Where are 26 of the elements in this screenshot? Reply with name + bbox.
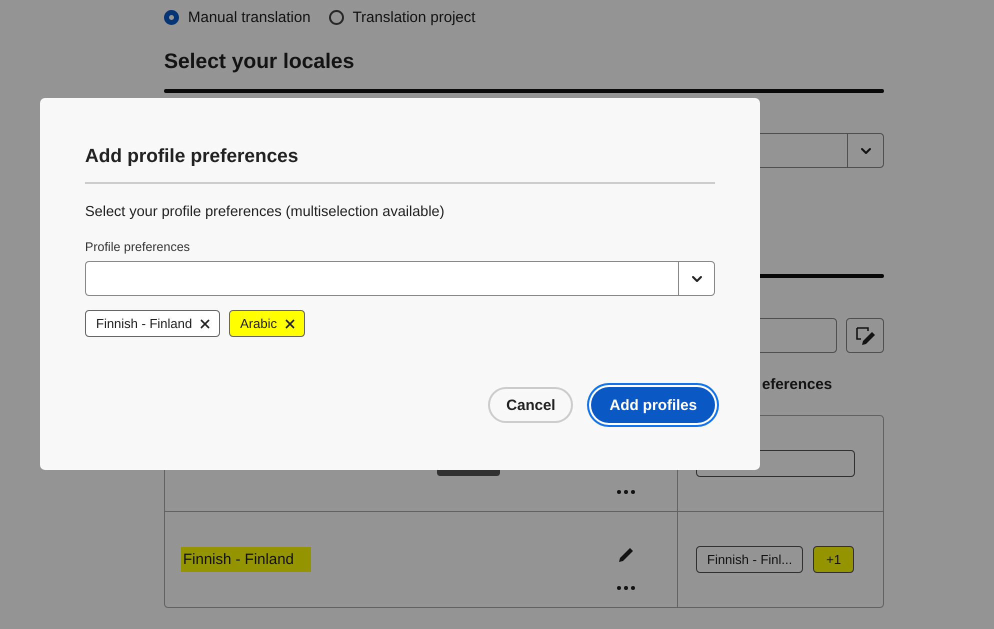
dialog-description: Select your profile preferences (multiselection available) xyxy=(85,204,444,220)
more-icon[interactable] xyxy=(617,490,635,494)
cancel-button[interactable]: Cancel xyxy=(488,387,574,423)
edit-icon xyxy=(854,324,876,346)
profile-tag: Finnish - Finl... xyxy=(696,546,804,573)
field-label: Profile preferences xyxy=(85,240,190,254)
dropdown-button[interactable] xyxy=(847,133,884,168)
combo-field[interactable] xyxy=(85,261,678,296)
radio-label: Manual translation xyxy=(188,8,311,26)
pencil-icon[interactable] xyxy=(617,546,635,564)
dropdown-button[interactable] xyxy=(678,261,715,296)
radio-label: Translation project xyxy=(352,8,476,26)
radio-button[interactable] xyxy=(328,10,344,24)
locale-name: Finnish - Finland xyxy=(181,547,311,572)
chip-label: Finnish - Finland xyxy=(96,316,192,331)
add-profiles-button[interactable]: Add profiles xyxy=(591,387,715,423)
chip-label: Arabic xyxy=(240,316,277,331)
dialog-title: Add profile preferences xyxy=(85,146,298,168)
more-icon[interactable] xyxy=(617,586,635,590)
section-title: Select your locales xyxy=(164,50,354,75)
column-header: eferences xyxy=(762,376,832,392)
close-icon[interactable] xyxy=(200,318,210,328)
edit-button[interactable] xyxy=(846,318,884,353)
profile-tag: +1 xyxy=(813,546,854,573)
radio-button[interactable] xyxy=(164,10,179,24)
close-icon[interactable] xyxy=(284,318,295,328)
